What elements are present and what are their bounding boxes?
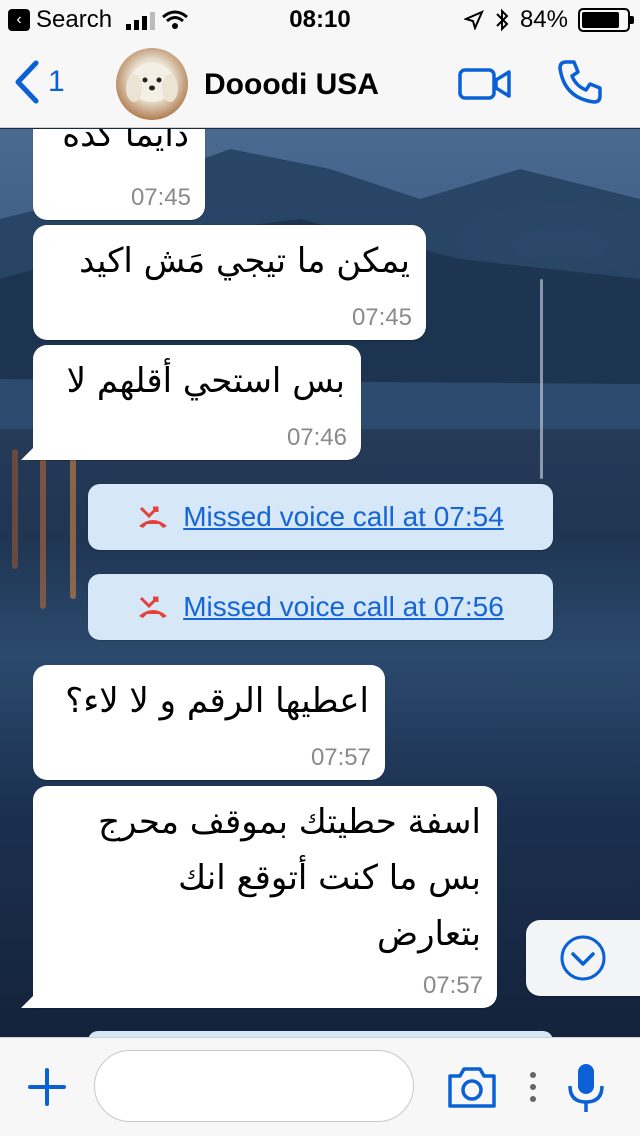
- phone-call-icon[interactable]: [556, 58, 604, 106]
- chat-area[interactable]: دايما كده 07:45 يمكن ما تيجي مَش اكيد 07…: [0, 129, 640, 1037]
- missed-call-icon: [139, 506, 168, 528]
- contact-name[interactable]: Dooodi USA: [204, 68, 379, 102]
- plus-icon[interactable]: [26, 1066, 68, 1108]
- battery-icon: [578, 8, 634, 32]
- message-text: اعطيها الرقم و لا لاء؟: [65, 681, 369, 721]
- chevron-down-circle-icon: [560, 935, 606, 981]
- scroll-to-bottom-button[interactable]: [526, 920, 640, 996]
- message-time: 07:46: [286, 424, 347, 451]
- bubble-tail: [21, 986, 43, 1008]
- missed-call-icon: [139, 596, 168, 618]
- message-time: 07:45: [130, 184, 191, 211]
- more-dots-icon[interactable]: [528, 1070, 538, 1104]
- video-call-icon[interactable]: [458, 66, 512, 102]
- battery-percent: 84%: [519, 6, 568, 33]
- message-text: بس استحي أقلهم لا: [66, 361, 345, 401]
- light-reflection: [12, 449, 18, 569]
- battery-fill: [582, 12, 619, 28]
- message-bubble[interactable]: اسفة حطيتك بموقف محرج بس ما كنت أتوقع ان…: [21, 786, 497, 1008]
- message-bubble[interactable]: يمكن ما تيجي مَش اكيد 07:45: [33, 225, 426, 340]
- bubble-tail: [21, 438, 43, 460]
- message-time: 07:57: [422, 972, 483, 999]
- missed-call-label[interactable]: Missed voice call at 07:54: [183, 501, 504, 533]
- message-input[interactable]: [94, 1050, 414, 1122]
- message-text: يمكن ما تيجي مَش اكيد: [79, 241, 410, 281]
- location-arrow-icon: [463, 10, 484, 30]
- message-text: دايما كده: [62, 129, 189, 155]
- dog-avatar-image: [126, 62, 178, 102]
- chevron-left-icon: [15, 60, 39, 104]
- sailboat-mast: [540, 279, 543, 479]
- contact-avatar[interactable]: [116, 48, 188, 120]
- message-bubble[interactable]: بس استحي أقلهم لا 07:46: [21, 345, 361, 460]
- unread-count: 1: [48, 65, 65, 98]
- microphone-icon[interactable]: [564, 1062, 608, 1114]
- status-bar: ‹ Search 08:10 84%: [0, 0, 640, 40]
- message-time: 07:45: [351, 304, 412, 331]
- missed-call-notice[interactable]: Missed voice call at 07:54: [88, 484, 553, 550]
- status-right: 84%: [463, 6, 634, 34]
- missed-call-notice[interactable]: Missed voice call at 07:56: [88, 574, 553, 640]
- message-bubble[interactable]: اعطيها الرقم و لا لاء؟ 07:57: [33, 665, 385, 780]
- bluetooth-icon: [496, 8, 509, 32]
- message-bubble[interactable]: دايما كده 07:45: [33, 129, 205, 220]
- message-input-bar: [0, 1037, 640, 1136]
- missed-call-label[interactable]: Missed voice call at 07:56: [183, 591, 504, 623]
- message-text: اسفة حطيتك بموقف محرج بس ما كنت أتوقع ان…: [98, 802, 481, 954]
- light-reflection: [70, 439, 76, 599]
- message-time: 07:57: [310, 744, 371, 771]
- back-button[interactable]: 1: [14, 60, 65, 104]
- chat-header: 1 Dooodi USA: [0, 40, 640, 128]
- camera-icon[interactable]: [446, 1064, 498, 1110]
